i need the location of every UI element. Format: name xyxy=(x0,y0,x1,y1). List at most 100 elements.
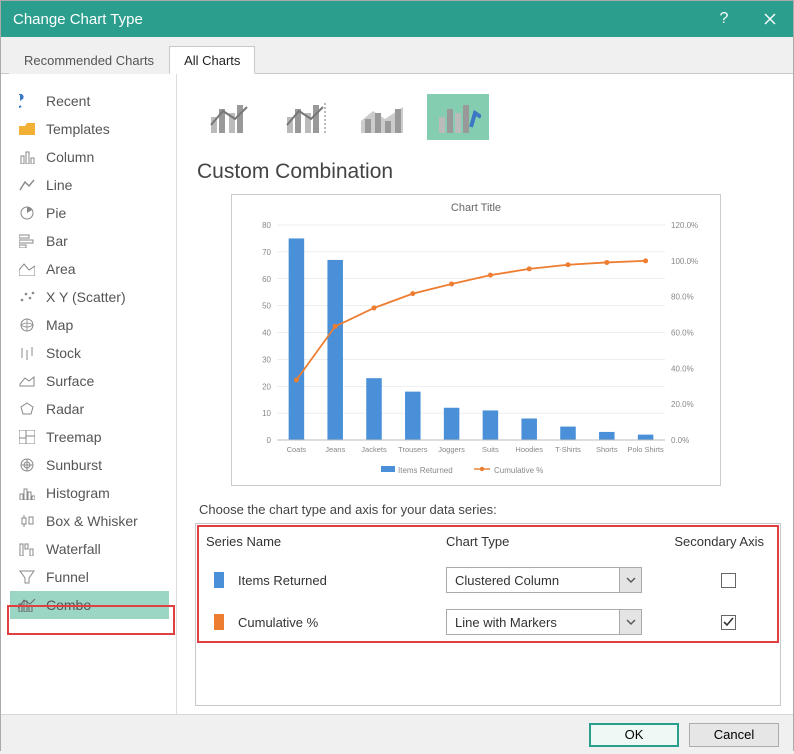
window-title: Change Chart Type xyxy=(13,11,143,28)
sidebar-item-label: Funnel xyxy=(46,569,89,585)
chart-preview[interactable]: Chart Title010203040506070800.0%20.0%40.… xyxy=(231,194,721,486)
svg-text:50: 50 xyxy=(262,302,271,311)
chart-preview-svg: Chart Title010203040506070800.0%20.0%40.… xyxy=(232,195,720,485)
choose-series-label: Choose the chart type and axis for your … xyxy=(195,498,781,523)
sidebar-item-label: Recent xyxy=(46,93,90,109)
chart-type-dropdown[interactable]: Line with Markers xyxy=(446,609,642,635)
help-button[interactable]: ? xyxy=(701,1,747,37)
svg-text:80: 80 xyxy=(262,221,271,230)
ok-button[interactable]: OK xyxy=(589,723,679,747)
combo-subtype-row xyxy=(195,84,781,158)
svg-text:0.0%: 0.0% xyxy=(671,436,689,445)
svg-text:Jackets: Jackets xyxy=(361,445,387,454)
histogram-icon xyxy=(18,484,36,502)
svg-text:Suits: Suits xyxy=(482,445,499,454)
sidebar-item-pie[interactable]: Pie xyxy=(10,199,169,227)
secondary-axis-checkbox[interactable] xyxy=(721,573,736,588)
sidebar-item-label: Histogram xyxy=(46,485,110,501)
series-config-box: Series Name Chart Type Secondary Axis It… xyxy=(195,523,781,706)
sidebar-item-label: Treemap xyxy=(46,429,102,445)
sidebar-item-area[interactable]: Area xyxy=(10,255,169,283)
sidebar-item-recent[interactable]: Recent xyxy=(10,87,169,115)
sidebar-item-scatter[interactable]: X Y (Scatter) xyxy=(10,283,169,311)
secondary-axis-checkbox[interactable] xyxy=(721,615,736,630)
map-icon xyxy=(18,316,36,334)
sidebar-item-line[interactable]: Line xyxy=(10,171,169,199)
svg-text:60.0%: 60.0% xyxy=(671,329,694,338)
svg-text:30: 30 xyxy=(262,355,271,364)
svg-text:20: 20 xyxy=(262,382,271,391)
svg-text:20.0%: 20.0% xyxy=(671,400,694,409)
svg-text:80.0%: 80.0% xyxy=(671,293,694,302)
sunburst-icon xyxy=(18,456,36,474)
svg-text:70: 70 xyxy=(262,248,271,257)
title-bar: Change Chart Type ? xyxy=(1,1,793,37)
col-chart-type: Chart Type xyxy=(446,534,671,549)
sidebar-item-label: Stock xyxy=(46,345,81,361)
sidebar-item-map[interactable]: Map xyxy=(10,311,169,339)
scatter-icon xyxy=(18,288,36,306)
sidebar-item-label: Box & Whisker xyxy=(46,513,138,529)
subtype-icon xyxy=(359,99,405,135)
svg-text:Chart Title: Chart Title xyxy=(451,202,501,214)
dialog-footer: OK Cancel xyxy=(1,714,793,754)
check-icon xyxy=(723,617,734,628)
svg-text:0: 0 xyxy=(267,436,272,445)
sidebar-item-label: Area xyxy=(46,261,76,277)
svg-text:Shorts: Shorts xyxy=(596,445,618,454)
svg-text:Hoodies: Hoodies xyxy=(515,445,543,454)
series-swatch xyxy=(214,614,224,630)
sidebar-item-surface[interactable]: Surface xyxy=(10,367,169,395)
sidebar-item-histogram[interactable]: Histogram xyxy=(10,479,169,507)
close-icon xyxy=(764,13,776,25)
sidebar-item-label: Bar xyxy=(46,233,68,249)
sidebar-item-label: Line xyxy=(46,177,72,193)
svg-text:40.0%: 40.0% xyxy=(671,364,694,373)
sidebar-item-funnel[interactable]: Funnel xyxy=(10,563,169,591)
series-row-items-returned: Items Returned Clustered Column xyxy=(206,559,770,601)
svg-text:100.0%: 100.0% xyxy=(671,257,698,266)
boxwhisker-icon xyxy=(18,512,36,530)
line-icon xyxy=(18,176,36,194)
sidebar-item-treemap[interactable]: Treemap xyxy=(10,423,169,451)
recent-icon xyxy=(18,92,36,110)
subtype-clustered-line-secondary[interactable] xyxy=(275,94,337,140)
close-button[interactable] xyxy=(747,1,793,37)
sidebar-item-templates[interactable]: Templates xyxy=(10,115,169,143)
svg-text:Polo Shirts: Polo Shirts xyxy=(627,445,664,454)
subtype-custom-combination[interactable] xyxy=(427,94,489,140)
sidebar-item-waterfall[interactable]: Waterfall xyxy=(10,535,169,563)
dropdown-value: Line with Markers xyxy=(447,615,619,630)
sidebar-item-stock[interactable]: Stock xyxy=(10,339,169,367)
col-secondary-axis: Secondary Axis xyxy=(671,534,770,549)
sidebar-item-label: X Y (Scatter) xyxy=(46,289,126,305)
sidebar-item-bar[interactable]: Bar xyxy=(10,227,169,255)
subtype-icon xyxy=(435,99,481,135)
sidebar-item-label: Sunburst xyxy=(46,457,102,473)
sidebar-item-combo[interactable]: Combo xyxy=(10,591,169,619)
series-swatch xyxy=(214,572,224,588)
sidebar-item-label: Pie xyxy=(46,205,66,221)
sidebar-item-label: Combo xyxy=(46,597,91,613)
bar-icon xyxy=(18,232,36,250)
sidebar-item-label: Surface xyxy=(46,373,94,389)
tab-all-charts[interactable]: All Charts xyxy=(169,46,255,74)
sidebar-item-sunburst[interactable]: Sunburst xyxy=(10,451,169,479)
svg-text:T-Shirts: T-Shirts xyxy=(555,445,581,454)
sidebar-item-boxwhisker[interactable]: Box & Whisker xyxy=(10,507,169,535)
series-name-label: Items Returned xyxy=(238,573,446,588)
sidebar-item-radar[interactable]: Radar xyxy=(10,395,169,423)
cancel-button[interactable]: Cancel xyxy=(689,723,779,747)
stock-icon xyxy=(18,344,36,362)
subtype-icon xyxy=(283,99,329,135)
chart-type-dropdown[interactable]: Clustered Column xyxy=(446,567,642,593)
series-row-cumulative: Cumulative % Line with Markers xyxy=(206,601,770,643)
svg-text:60: 60 xyxy=(262,275,271,284)
templates-icon xyxy=(18,120,36,138)
tab-recommended[interactable]: Recommended Charts xyxy=(9,46,169,74)
sidebar-item-column[interactable]: Column xyxy=(10,143,169,171)
radar-icon xyxy=(18,400,36,418)
sidebar-item-label: Map xyxy=(46,317,73,333)
subtype-stacked-area-column[interactable] xyxy=(351,94,413,140)
subtype-clustered-line[interactable] xyxy=(199,94,261,140)
